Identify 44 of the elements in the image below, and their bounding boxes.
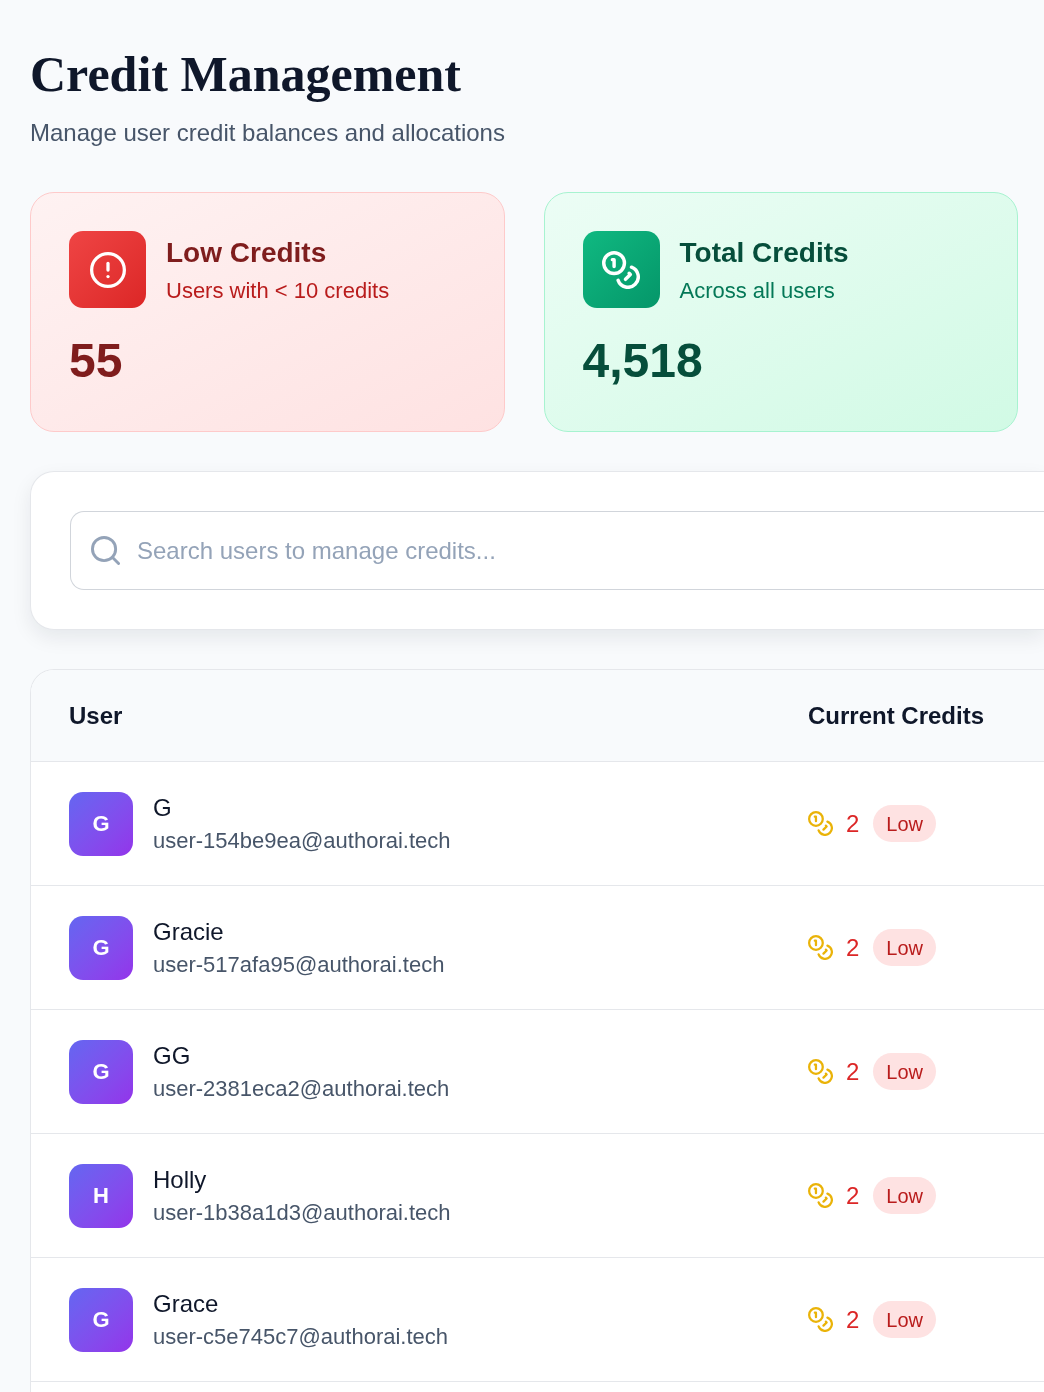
- user-email: user-2381eca2@authorai.tech: [153, 1074, 450, 1103]
- user-email: user-1b38a1d3@authorai.tech: [153, 1198, 451, 1227]
- stat-value: 55: [69, 333, 123, 389]
- alert-icon: [69, 231, 146, 308]
- coins-icon: [582, 231, 660, 308]
- stat-subtitle: Across all users: [679, 277, 835, 305]
- search-icon: [91, 536, 120, 565]
- user-avatar: H: [69, 1163, 133, 1228]
- user-avatar: G: [69, 791, 133, 856]
- user-email: user-517afa95@authorai.tech: [153, 950, 445, 979]
- stat-title: Total Credits: [679, 236, 849, 270]
- user-name: Holly: [153, 1164, 207, 1195]
- coins-icon: [808, 1059, 833, 1084]
- user-email: user-c5e745c7@authorai.tech: [153, 1322, 449, 1351]
- status-badge: Low: [873, 929, 937, 966]
- page-subtitle: Manage user credit balances and allocations: [30, 118, 505, 148]
- column-header: User: [69, 700, 124, 731]
- stat-value: 4,518: [582, 333, 703, 389]
- user-avatar: G: [69, 1039, 133, 1104]
- user-email: user-154be9ea@authorai.tech: [153, 826, 451, 855]
- page-title: Credit Management: [30, 45, 461, 104]
- credit-count: 2: [846, 808, 860, 839]
- user-name: G: [153, 792, 172, 823]
- user-avatar: G: [69, 915, 133, 980]
- coins-icon: [808, 811, 833, 836]
- credit-count: 2: [846, 1056, 860, 1087]
- credit-count: 2: [846, 1180, 860, 1211]
- status-badge: Low: [873, 805, 937, 842]
- coins-icon: [808, 1307, 833, 1332]
- search-field[interactable]: Search users to manage credits...: [70, 511, 1044, 590]
- user-name: Gracie: [153, 916, 224, 947]
- status-badge: Low: [873, 1301, 937, 1338]
- credit-count: 2: [846, 932, 860, 963]
- user-avatar: G: [69, 1287, 133, 1352]
- coins-icon: [808, 935, 833, 960]
- credit-count: 2: [846, 1304, 860, 1335]
- coins-icon: [808, 1183, 833, 1208]
- user-name: Grace: [153, 1288, 219, 1319]
- column-header: Current Credits: [808, 700, 985, 731]
- status-badge: Low: [873, 1177, 937, 1214]
- status-badge: Low: [873, 1053, 937, 1090]
- user-name: GG: [153, 1040, 191, 1071]
- stat-subtitle: Users with < 10 credits: [166, 277, 390, 305]
- stat-title: Low Credits: [166, 236, 327, 270]
